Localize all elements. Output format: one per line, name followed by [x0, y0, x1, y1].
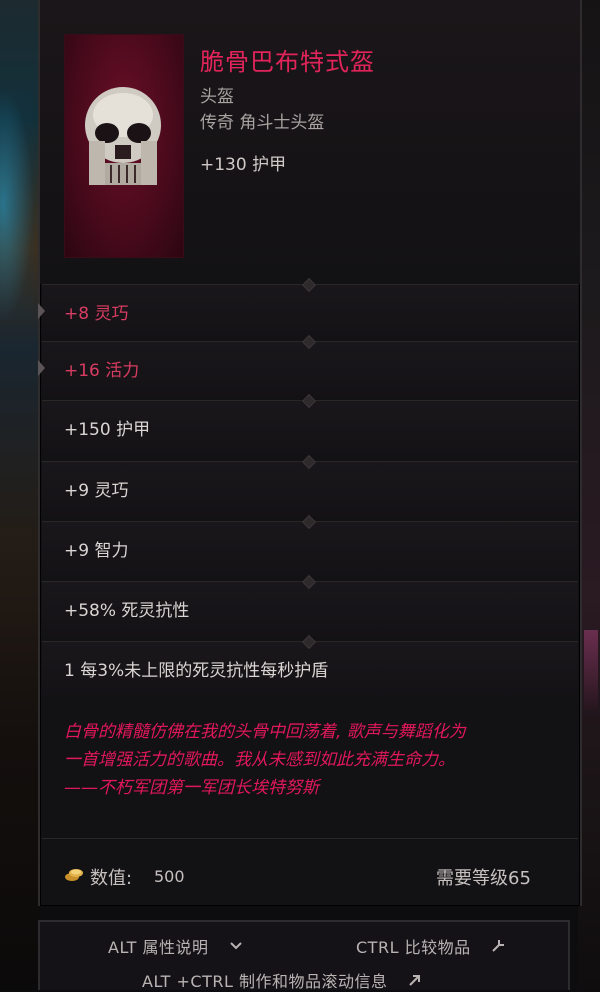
chevron-down-icon	[229, 942, 242, 950]
affix-marker	[38, 303, 45, 319]
affix-row: +9 灵巧	[42, 454, 578, 515]
divider-diamond	[301, 454, 317, 470]
ctrl-hint-label: CTRL 比较物品	[356, 938, 471, 957]
lore-line: ——不朽军团第一军团长埃特努斯	[64, 778, 319, 798]
item-base-armor: +130 护甲	[200, 155, 287, 175]
compare-arrows-icon	[491, 940, 504, 952]
divider-diamond	[301, 574, 317, 590]
alt-hint[interactable]: ALT 属性说明	[108, 934, 243, 958]
divider-diamond	[301, 514, 317, 530]
affix-text: +150 护甲	[64, 420, 151, 440]
background-glint	[584, 630, 598, 710]
tooltip-header: 脆骨巴布特式盔 头盔 传奇 角斗士头盔 +130 护甲	[40, 0, 580, 284]
portal-glow	[0, 90, 34, 320]
item-tooltip: 脆骨巴布特式盔 头盔 传奇 角斗士头盔 +130 护甲 +8 灵巧 +16 活力…	[38, 0, 582, 906]
affix-row: +9 智力	[42, 514, 578, 575]
affix-text: +9 灵巧	[64, 481, 129, 501]
affix-text: +58% 死灵抗性	[64, 601, 190, 621]
item-name: 脆骨巴布特式盔	[200, 48, 375, 76]
divider-diamond	[301, 634, 317, 650]
keybind-hints-panel: ALT 属性说明 CTRL 比较物品 ALT +CTRL 制作和物品滚动信息	[38, 920, 570, 992]
expand-arrow-icon	[408, 975, 420, 986]
item-value: 500	[154, 867, 185, 886]
affix-text: 1 每3%未上限的死灵抗性每秒护盾	[64, 661, 329, 681]
background-scene-left	[0, 0, 40, 990]
alt-hint-label: ALT 属性说明	[108, 938, 209, 957]
value-label: 数值:	[90, 868, 133, 889]
affix-row: +58% 死灵抗性	[42, 574, 578, 635]
lore-line: 白骨的精髓仿佛在我的头骨中回荡着, 歌声与舞蹈化为	[64, 722, 466, 742]
lore-line: 一首增强活力的歌曲。我从未感到如此充满生命力。	[64, 750, 455, 770]
alt-ctrl-hint-label: ALT +CTRL 制作和物品滚动信息	[142, 972, 388, 991]
affix-row: +150 护甲	[42, 393, 578, 454]
item-type: 头盔	[200, 87, 234, 107]
level-requirement: 需要等级65	[436, 868, 531, 889]
ctrl-hint[interactable]: CTRL 比较物品	[356, 934, 507, 958]
item-subtype: 传奇 角斗士头盔	[200, 113, 325, 133]
affix-text: +8 灵巧	[64, 304, 129, 324]
affix-row: +16 活力	[38, 334, 578, 395]
lore-text: 白骨的精髓仿佛在我的头骨中回荡着, 歌声与舞蹈化为 一首增强活力的歌曲。我从未感…	[64, 718, 554, 802]
affix-text: +9 智力	[64, 541, 129, 561]
affix-row: +8 灵巧	[38, 277, 578, 338]
divider-diamond	[301, 393, 317, 409]
affix-row: 1 每3%未上限的死灵抗性每秒护盾	[42, 634, 578, 695]
gold-coins-icon	[65, 869, 83, 881]
skull-helmet-icon	[85, 87, 161, 185]
footer-divider	[42, 838, 578, 839]
affix-marker	[38, 360, 45, 376]
alt-ctrl-hint[interactable]: ALT +CTRL 制作和物品滚动信息	[142, 968, 422, 992]
affix-text: +16 活力	[64, 361, 140, 381]
item-portrait	[64, 34, 184, 258]
